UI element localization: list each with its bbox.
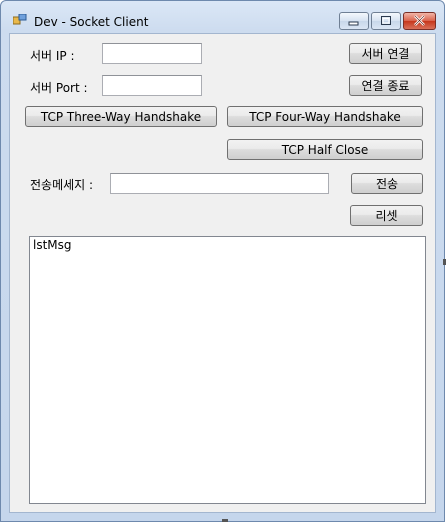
reset-button[interactable]: 리셋 (350, 205, 423, 226)
listbox-name-text: lstMsg (33, 238, 72, 252)
server-ip-label: 서버 IP : (30, 49, 75, 63)
maximize-icon (381, 16, 391, 25)
server-port-label: 서버 Port : (30, 81, 88, 95)
three-way-handshake-button[interactable]: TCP Three-Way Handshake (25, 106, 217, 127)
maximize-button[interactable] (371, 12, 401, 30)
resize-handle-right[interactable] (443, 259, 446, 265)
disconnect-button[interactable]: 연결 종료 (349, 75, 422, 96)
close-button[interactable] (403, 12, 436, 30)
window-title: Dev - Socket Client (34, 15, 149, 29)
minimize-button[interactable] (339, 12, 369, 30)
minimize-icon (348, 21, 359, 26)
send-button[interactable]: 전송 (351, 173, 423, 194)
close-icon (414, 15, 425, 26)
message-listbox[interactable]: lstMsg (29, 236, 426, 504)
window-frame: Dev - Socket Client 서버 IP : 서버 연결 서버 Por… (0, 0, 445, 522)
form-client-area: 서버 IP : 서버 연결 서버 Port : 연결 종료 TCP Three-… (9, 33, 436, 513)
connect-button[interactable]: 서버 연결 (349, 43, 422, 64)
message-input[interactable] (110, 173, 329, 194)
four-way-handshake-button[interactable]: TCP Four-Way Handshake (227, 106, 423, 127)
title-bar[interactable]: Dev - Socket Client (1, 1, 444, 31)
message-label: 전송메세지 : (30, 178, 94, 192)
half-close-button[interactable]: TCP Half Close (227, 139, 423, 160)
server-port-input[interactable] (102, 75, 202, 96)
resize-handle-bottom[interactable] (222, 519, 228, 522)
app-icon (13, 14, 27, 25)
server-ip-input[interactable] (102, 43, 202, 64)
